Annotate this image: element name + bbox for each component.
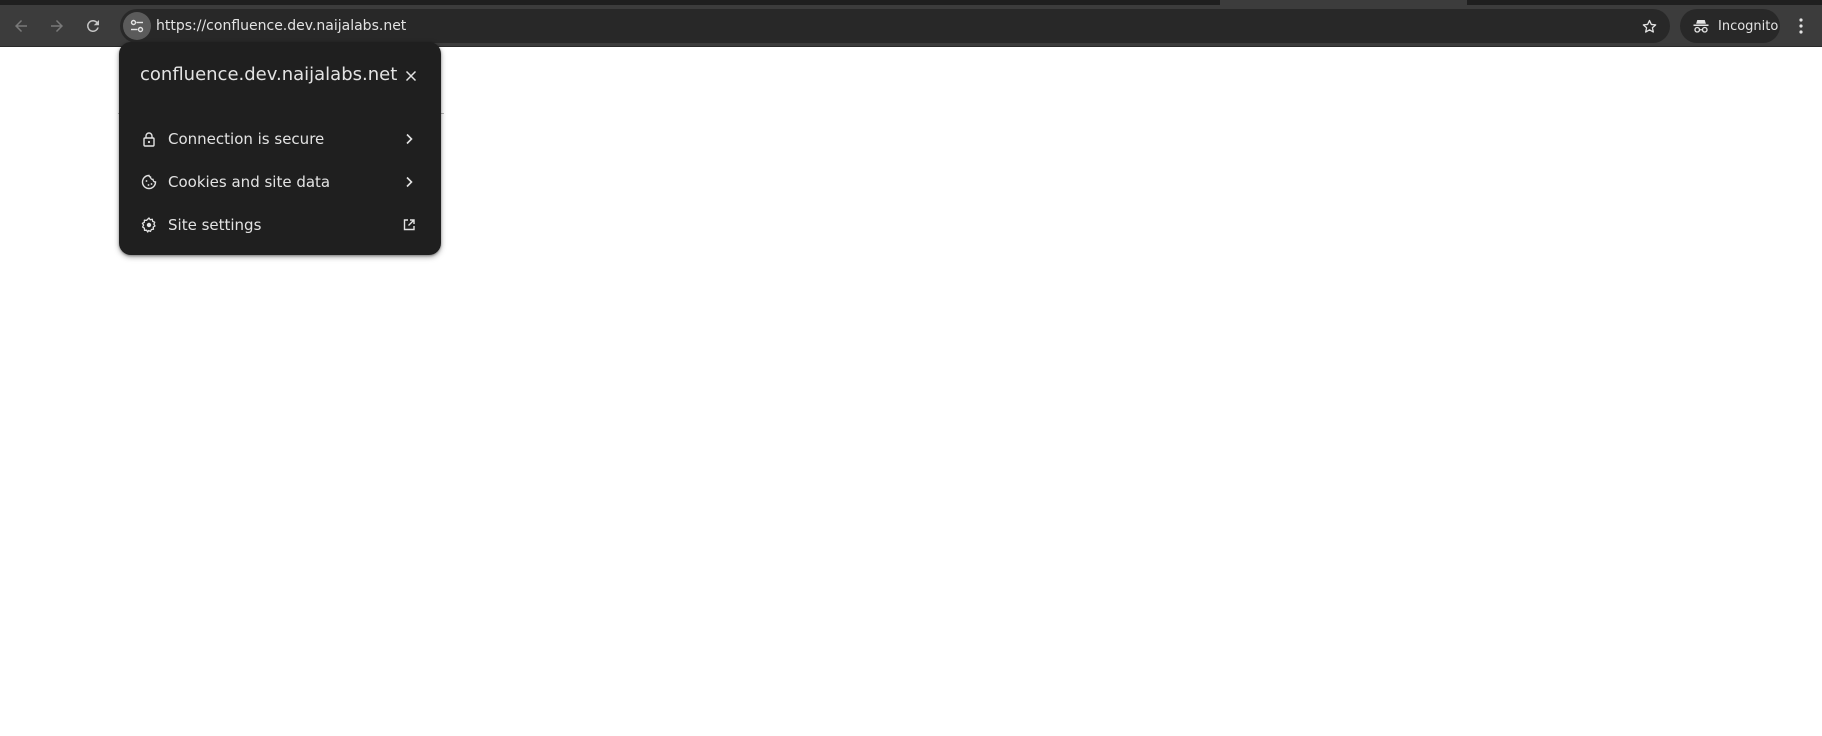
connection-security-item[interactable]: Connection is secure: [119, 119, 441, 159]
bookmark-button[interactable]: [1638, 15, 1660, 37]
chevron-right-icon: [400, 173, 418, 191]
browser-toolbar: https://confluence.dev.naijalabs.net Inc…: [0, 5, 1822, 47]
site-info-button[interactable]: [123, 12, 151, 40]
site-settings-label: Site settings: [168, 216, 262, 234]
site-info-popup: confluence.dev.naijalabs.net Connection …: [119, 42, 441, 255]
gear-icon: [140, 216, 158, 234]
cookies-site-data-label: Cookies and site data: [168, 173, 331, 191]
arrow-left-icon: [15, 20, 27, 32]
popup-title: confluence.dev.naijalabs.net: [140, 64, 398, 85]
lock-icon: [140, 130, 158, 148]
incognito-indicator[interactable]: Incognito: [1680, 9, 1780, 43]
chevron-right-icon: [400, 130, 418, 148]
arrow-right-icon: [51, 20, 63, 32]
incognito-hat-glasses-icon: [1693, 20, 1709, 33]
cookie-icon: [140, 173, 158, 191]
forward-button[interactable]: [40, 9, 74, 43]
star-outline-icon: [1642, 19, 1656, 33]
tune-sliders-icon: [130, 19, 144, 33]
reload-button[interactable]: [76, 9, 110, 43]
browser-menu-button[interactable]: [1786, 9, 1816, 43]
popup-close-button[interactable]: [399, 64, 423, 88]
close-x-icon: [405, 70, 417, 82]
kebab-menu-icon: [1799, 18, 1803, 34]
address-bar[interactable]: https://confluence.dev.naijalabs.net: [120, 9, 1670, 43]
reload-icon: [87, 20, 99, 32]
connection-security-label: Connection is secure: [168, 130, 325, 148]
cookies-site-data-item[interactable]: Cookies and site data: [119, 162, 441, 202]
url-text[interactable]: https://confluence.dev.naijalabs.net: [156, 9, 406, 43]
site-settings-item[interactable]: Site settings: [119, 205, 441, 245]
incognito-label: Incognito: [1718, 18, 1779, 34]
back-button[interactable]: [4, 9, 38, 43]
open-in-new-icon: [400, 216, 418, 234]
